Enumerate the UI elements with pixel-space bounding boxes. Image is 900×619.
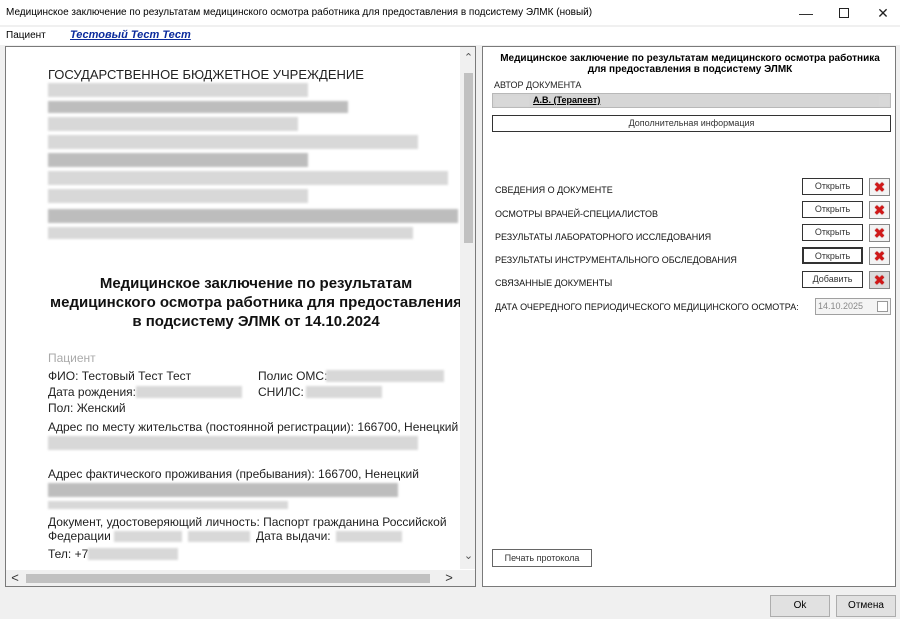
close-icon: ✕ (877, 4, 889, 21)
print-protocol-button[interactable]: Печать протокола (492, 549, 592, 567)
form-panel: Медицинское заключение по результатам ме… (482, 46, 896, 587)
minimize-icon: — (799, 5, 813, 21)
maximize-icon (839, 8, 849, 18)
redacted-block (48, 189, 308, 203)
redacted-block (88, 548, 178, 560)
horizontal-scrollbar[interactable]: < > (6, 570, 460, 586)
redacted-block (48, 83, 308, 97)
scroll-corner (460, 570, 475, 586)
redacted-block (48, 135, 418, 149)
cancel-button[interactable]: Отмена (836, 595, 896, 617)
delete-lab-results-button[interactable]: ✖ (869, 224, 890, 242)
scroll-up-icon[interactable]: ⌃ (462, 51, 475, 65)
open-specialist-exams-button[interactable]: Открыть (802, 201, 863, 218)
delete-icon: ✖ (873, 272, 886, 288)
document-org: ГОСУДАРСТВЕННОЕ БЮДЖЕТНОЕ УЧРЕЖДЕНИЕ (48, 67, 364, 82)
open-lab-results-button[interactable]: Открыть (802, 224, 863, 241)
window-title: Медицинское заключение по результатам ме… (6, 7, 593, 18)
redacted-block (48, 501, 288, 509)
patient-name-link[interactable]: Тестовый Тест Тест (70, 29, 191, 41)
document-preview[interactable]: ГОСУДАРСТВЕННОЕ БЮДЖЕТНОЕ УЧРЕЖДЕНИЕ Мед… (5, 46, 476, 587)
additional-info-button[interactable]: Дополнительная информация (492, 115, 891, 132)
scroll-right-icon[interactable]: > (442, 571, 456, 585)
document-sex: Пол: Женский (48, 401, 126, 415)
patient-bar: Пациент Тестовый Тест Тест (0, 27, 900, 45)
redacted-block (48, 171, 448, 185)
delete-document-info-button[interactable]: ✖ (869, 178, 890, 196)
redacted-block (48, 436, 418, 450)
document-content: ГОСУДАРСТВЕННОЕ БЮДЖЕТНОЕ УЧРЕЖДЕНИЕ Мед… (6, 47, 460, 569)
ok-button[interactable]: Ok (770, 595, 830, 617)
redacted-block (306, 386, 382, 398)
scroll-left-icon[interactable]: < (8, 571, 22, 585)
delete-specialist-exams-button[interactable]: ✖ (869, 201, 890, 219)
calendar-icon[interactable] (877, 301, 888, 312)
document-addr-reg: Адрес по месту жительства (постоянной ре… (48, 420, 459, 434)
document-heading: Медицинское заключение по результатам ме… (50, 275, 460, 330)
author-field[interactable]: А.В. (Терапевт) (492, 93, 891, 108)
redacted-block (48, 153, 308, 167)
row-label-specialist-exams: ОСМОТРЫ ВРАЧЕЙ-СПЕЦИАЛИСТОВ (495, 209, 659, 219)
dialog-footer: Ok Отмена (0, 588, 900, 619)
delete-icon: ✖ (873, 179, 886, 195)
redacted-block (188, 531, 250, 542)
delete-icon: ✖ (873, 202, 886, 218)
document-oms: Полис ОМС: (258, 369, 328, 383)
redacted-block (48, 117, 298, 131)
author-label: АВТОР ДОКУМЕНТА (494, 80, 582, 90)
open-document-info-button[interactable]: Открыть (802, 178, 863, 195)
vertical-scroll-thumb[interactable] (464, 73, 473, 243)
redacted-block (48, 227, 413, 239)
redacted-block (48, 101, 348, 113)
delete-icon: ✖ (873, 248, 886, 264)
document-id-doc: Документ, удостоверяющий личность: Паспо… (48, 515, 447, 529)
panel-title: Медицинское заключение по результатам ме… (500, 53, 880, 75)
delete-related-documents-button[interactable]: ✖ (869, 271, 890, 289)
next-exam-date-field[interactable]: 14.10.2025 (815, 298, 891, 315)
next-exam-date-value: 14.10.2025 (818, 301, 864, 311)
redacted-block (326, 370, 444, 382)
redacted-block (336, 531, 402, 542)
row-label-related-documents: СВЯЗАННЫЕ ДОКУМЕНТЫ (495, 278, 613, 288)
document-fio: ФИО: Тестовый Тест Тест (48, 369, 192, 383)
document-birth: Дата рождения: (48, 385, 136, 399)
document-phone: Тел: +7 (48, 547, 89, 561)
redacted-block (879, 96, 889, 106)
open-instrumental-results-button[interactable]: Открыть (802, 247, 863, 264)
document-addr-fact: Адрес фактического проживания (пребывани… (48, 467, 419, 481)
next-exam-date-label: ДАТА ОЧЕРЕДНОГО ПЕРИОДИЧЕСКОГО МЕДИЦИНСК… (495, 302, 799, 312)
horizontal-scroll-thumb[interactable] (26, 574, 430, 583)
title-bar: Медицинское заключение по результатам ме… (0, 0, 900, 26)
redacted-block (495, 96, 529, 106)
delete-icon: ✖ (873, 225, 886, 241)
document-section-patient: Пациент (48, 351, 96, 365)
add-related-document-button[interactable]: Добавить (802, 271, 863, 288)
redacted-block (48, 483, 398, 497)
document-id-doc-2: Федерации (48, 529, 111, 543)
author-value-link[interactable]: А.В. (Терапевт) (533, 95, 600, 105)
vertical-scrollbar[interactable]: ⌃ ⌄ (460, 47, 475, 569)
row-label-instrumental-results: РЕЗУЛЬТАТЫ ИНСТРУМЕНТАЛЬНОГО ОБСЛЕДОВАНИ… (495, 255, 737, 265)
redacted-block (48, 209, 458, 223)
redacted-block (114, 531, 182, 542)
row-label-lab-results: РЕЗУЛЬТАТЫ ЛАБОРАТОРНОГО ИССЛЕДОВАНИЯ (495, 232, 712, 242)
redacted-block (136, 386, 242, 398)
document-snils: СНИЛС: (258, 385, 304, 399)
document-issue-date: Дата выдачи: (256, 529, 331, 543)
patient-label: Пациент (6, 30, 46, 41)
delete-instrumental-results-button[interactable]: ✖ (869, 247, 890, 265)
row-label-document-info: СВЕДЕНИЯ О ДОКУМЕНТЕ (495, 185, 613, 195)
close-button[interactable]: ✕ (860, 0, 900, 26)
scroll-down-icon[interactable]: ⌄ (462, 549, 475, 563)
